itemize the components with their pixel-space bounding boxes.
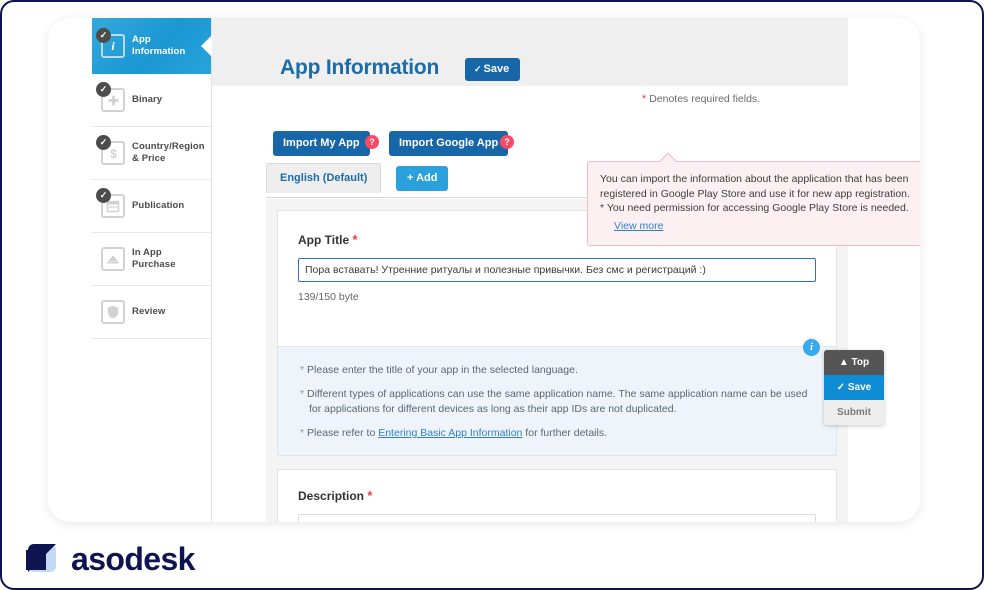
required-fields-note: * Denotes required fields.	[642, 93, 760, 105]
note-text: Please refer to	[307, 427, 379, 439]
note-text: Different types of applications can use …	[307, 388, 808, 415]
asterisk-mark: *	[352, 232, 358, 247]
check-icon: ✓	[474, 64, 482, 74]
floating-action-box: ▲ Top ✓ Save Submit	[824, 350, 884, 425]
import-my-app-button[interactable]: Import My App	[273, 131, 370, 156]
check-badge-icon: ✓	[96, 135, 111, 150]
description-card: Description *	[277, 469, 837, 522]
tooltip-line: You can import the information about the…	[600, 173, 909, 185]
sidebar-item-binary[interactable]: ✓ Binary	[92, 74, 211, 127]
description-label-text: Description	[298, 489, 365, 503]
description-input[interactable]	[298, 514, 816, 522]
sidebar-item-label: App Information	[132, 34, 186, 57]
import-google-app-tooltip: You can import the information about the…	[587, 161, 920, 246]
language-tab-english-default[interactable]: English (Default)	[266, 163, 382, 193]
dollar-icon: $ ✓	[96, 135, 125, 165]
note-text-post: for further details.	[522, 427, 608, 439]
svg-text:$: $	[110, 147, 117, 161]
calendar-icon: ✓	[96, 188, 125, 218]
shield-icon	[101, 300, 125, 324]
cart-icon	[101, 247, 125, 271]
sidebar-item-country-region-price[interactable]: $ ✓ Country/Region & Price	[92, 127, 211, 180]
form-content-panel: App Title * Пора вставать! Утренние риту…	[266, 199, 848, 522]
app-window-card: i ✓ App Information ✓ Binary $ ✓ Country/…	[48, 18, 920, 522]
add-language-button[interactable]: + Add	[396, 166, 449, 191]
sidebar-item-label: In App Purchase	[132, 247, 176, 270]
sidebar-item-in-app-purchase[interactable]: In App Purchase	[92, 233, 211, 286]
plus-icon: ✓	[96, 82, 125, 112]
bullet-mark: *	[300, 388, 305, 400]
info-icon[interactable]: i	[803, 339, 820, 356]
tooltip-line: registered in Google Play Store and use …	[600, 187, 910, 200]
note-item: * Different types of applications can us…	[300, 387, 814, 417]
save-button[interactable]: ✓ Save	[824, 375, 884, 400]
asodesk-logo-icon	[26, 544, 56, 572]
bullet-mark: *	[300, 427, 305, 439]
app-title-label-text: App Title	[298, 233, 350, 247]
scroll-to-top-button[interactable]: ▲ Top	[824, 350, 884, 375]
header-save-button[interactable]: ✓ Save	[465, 58, 521, 81]
sidebar-item-label: Country/Region & Price	[132, 141, 205, 164]
svg-text:i: i	[111, 39, 115, 53]
app-title-input[interactable]: Пора вставать! Утренние ритуалы и полезн…	[298, 258, 816, 282]
app-title-byte-counter: 139/150 byte	[298, 291, 359, 303]
help-icon-import-my-app[interactable]: ?	[365, 135, 379, 149]
note-item: * Please enter the title of your app in …	[300, 363, 814, 378]
note-text: Please enter the title of your app in th…	[307, 364, 578, 376]
submit-button[interactable]: Submit	[824, 400, 884, 425]
bullet-mark: *	[300, 364, 305, 376]
check-badge-icon: ✓	[96, 28, 111, 43]
check-badge-icon: ✓	[96, 188, 111, 203]
import-google-app-button[interactable]: Import Google App	[389, 131, 509, 156]
sidebar-nav: i ✓ App Information ✓ Binary $ ✓ Country/…	[92, 18, 212, 522]
view-more-link[interactable]: View more	[614, 220, 663, 232]
app-title-notes-panel: * Please enter the title of your app in …	[277, 347, 837, 456]
sidebar-item-label: Publication	[132, 200, 185, 211]
tooltip-line: * You need permission for accessing Goog…	[600, 202, 909, 214]
help-icon-import-google-app[interactable]: ?	[500, 135, 514, 149]
main-content: App Information ✓ Save * Denotes required…	[212, 18, 920, 522]
required-note-text: Denotes required fields.	[649, 93, 761, 105]
sidebar-item-label: Review	[132, 306, 166, 317]
page-title: App Information	[280, 56, 440, 79]
check-badge-icon: ✓	[96, 82, 111, 97]
note-item: * Please refer to Entering Basic App Inf…	[300, 426, 814, 441]
sidebar-item-label: Binary	[132, 94, 163, 105]
sidebar-item-app-information[interactable]: i ✓ App Information	[92, 18, 211, 74]
brand-logo: asodesk	[24, 542, 195, 576]
sidebar-item-publication[interactable]: ✓ Publication	[92, 180, 211, 233]
description-label: Description *	[298, 488, 816, 503]
brand-name: asodesk	[71, 541, 195, 577]
sidebar-item-review[interactable]: Review	[92, 286, 211, 339]
asterisk-mark: *	[367, 488, 373, 503]
header-save-label: Save	[483, 63, 510, 75]
asterisk-mark: *	[642, 93, 647, 105]
info-italic-icon: i ✓	[96, 28, 125, 58]
entering-basic-app-information-link[interactable]: Entering Basic App Information	[378, 427, 522, 439]
